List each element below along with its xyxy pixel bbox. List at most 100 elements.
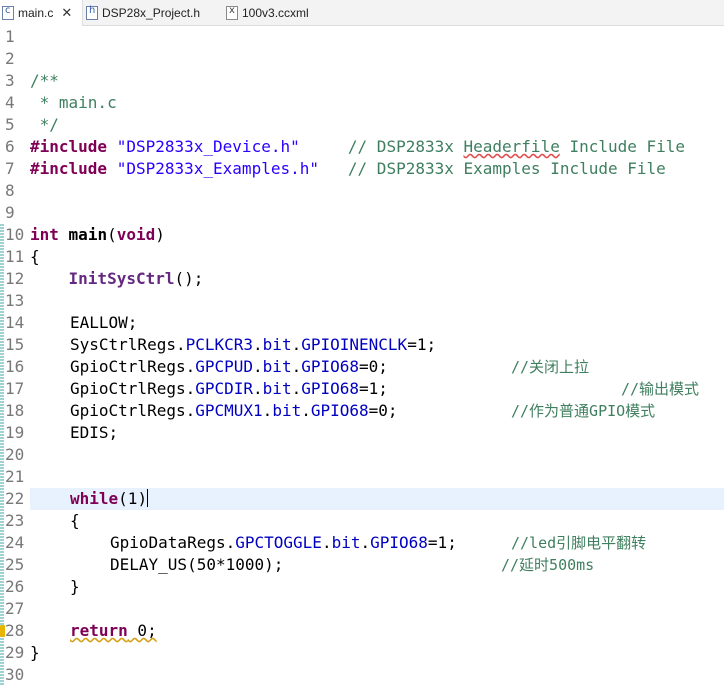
code-line: 30: [0, 664, 724, 686]
tab-main-c[interactable]: main.c ✕: [0, 0, 83, 26]
code-line: 23 {: [0, 510, 724, 532]
code-line: 19 EDIS;: [0, 422, 724, 444]
field: PCLKCR3: [185, 335, 254, 354]
line-number: 28: [5, 621, 25, 640]
code-line: 28 return 0;: [0, 620, 724, 642]
tab-label: main.c: [18, 6, 54, 20]
code-text: {: [30, 247, 40, 266]
comment: //关闭上拉: [511, 358, 590, 376]
string-literal: "DSP2833x_Device.h": [116, 137, 300, 156]
line-number: 8: [5, 181, 15, 200]
code-line: 27: [0, 598, 724, 620]
line-number: 12: [5, 269, 25, 288]
paren: ): [155, 225, 165, 244]
code-part: .: [253, 379, 263, 398]
code-part: SysCtrlRegs.: [70, 335, 186, 354]
code-part: =1;: [359, 379, 388, 398]
preprocessor-directive: #include: [30, 137, 108, 156]
code-part: GpioCtrlRegs.: [70, 379, 196, 398]
line-number: 23: [5, 511, 25, 530]
field: GPCTOGGLE: [235, 533, 322, 552]
line-number: 21: [5, 467, 25, 486]
code-part: =0;: [368, 401, 398, 420]
line-number: 15: [5, 335, 25, 354]
code-text: InitSysCtrl();: [30, 268, 204, 290]
code-line: 29}: [0, 642, 724, 664]
field: bit: [331, 533, 361, 552]
code-text: while(1): [70, 488, 149, 510]
line-number: 18: [5, 401, 25, 420]
line-number: 22: [5, 489, 25, 508]
code-line: 6 #include "DSP2833x_Device.h" // DSP2833…: [0, 136, 724, 158]
field: GPIO68: [370, 533, 428, 552]
code-part: .: [291, 357, 302, 376]
spelling-squiggle-word: Headerfile: [463, 137, 560, 156]
h-file-icon: [86, 5, 98, 20]
code-text: #include "DSP2833x_Device.h" // DSP2833x…: [30, 136, 685, 158]
code-line: 13: [0, 290, 724, 312]
line-number: 10: [5, 225, 25, 244]
code-part: .: [253, 335, 263, 354]
code-line: 21: [0, 466, 724, 488]
comment: // DSP2833x Examples Include File: [347, 159, 666, 178]
close-icon[interactable]: ✕: [61, 5, 72, 21]
comment: //led引脚电平翻转: [511, 534, 647, 552]
line-number: 4: [5, 93, 15, 112]
keyword: int: [30, 225, 59, 244]
c-file-icon: [2, 5, 14, 20]
code-text: GpioDataRegs.GPCTOGGLE.bit.GPIO68=1;: [110, 532, 457, 554]
code-text: EALLOW;: [70, 313, 138, 332]
code-line: 18 GpioCtrlRegs.GPCMUX1.bit.GPIO68=0;//作为…: [0, 400, 724, 422]
code-part: 0;: [127, 621, 157, 640]
field: GPCPUD: [195, 357, 254, 376]
code-part: .: [262, 401, 273, 420]
line-number: 14: [5, 313, 25, 332]
code-part: =1;: [427, 533, 457, 552]
code-part: .: [321, 533, 332, 552]
field: bit: [272, 401, 302, 420]
function-call: InitSysCtrl: [68, 269, 175, 288]
comment-part: Include File: [559, 137, 686, 156]
code-text: }: [30, 643, 40, 662]
code-text: EDIS;: [70, 423, 119, 442]
field: GPIO68: [310, 401, 369, 420]
keyword: void: [116, 225, 156, 244]
tab-100v3-ccxml[interactable]: 100v3.ccxml: [226, 0, 309, 25]
line-number: 1: [5, 27, 15, 46]
code-line: 9: [0, 202, 724, 224]
code-line: 24 GpioDataRegs.GPCTOGGLE.bit.GPIO68=1;//…: [0, 532, 724, 554]
line-number: 7: [5, 159, 15, 178]
line-number: 3: [5, 71, 15, 90]
field: GPCMUX1: [195, 401, 263, 420]
code-text: GpioCtrlRegs.GPCMUX1.bit.GPIO68=0;: [70, 400, 398, 422]
code-line: 20: [0, 444, 724, 466]
code-part: GpioCtrlRegs.: [70, 401, 196, 420]
code-text: int main(void): [30, 224, 165, 246]
tab-dsp28x-project-h[interactable]: DSP28x_Project.h: [86, 0, 200, 25]
code-line: 1: [0, 26, 724, 48]
code-part: =1;: [407, 335, 437, 354]
field: GPIO68: [301, 379, 360, 398]
field: GPCDIR: [195, 379, 254, 398]
line-number: 17: [5, 379, 25, 398]
code-editor[interactable]: 1 2 3 /** 4 * main.c 5 */ 6 #include "DSP2…: [0, 26, 724, 687]
code-line: 14 EALLOW;: [0, 312, 724, 334]
xml-file-icon: [226, 5, 238, 20]
code-line: 25 DELAY_US(50*1000); //延时500ms: [0, 554, 724, 576]
code-line: 17 GpioCtrlRegs.GPCDIR.bit.GPIO68=1;//输出模…: [0, 378, 724, 400]
code-part: =0;: [359, 357, 388, 376]
code-line: 11 {: [0, 246, 724, 268]
function-name: main: [68, 225, 108, 244]
code-line: 16 GpioCtrlRegs.GPCPUD.bit.GPIO68=0;//关闭上…: [0, 356, 724, 378]
line-number: 25: [5, 555, 25, 574]
field: bit: [262, 335, 292, 354]
code-part: GpioDataRegs.: [110, 533, 236, 552]
field: bit: [262, 379, 292, 398]
line-number: 16: [5, 357, 25, 376]
code-part: ();: [174, 269, 204, 288]
preprocessor-directive: #include: [30, 159, 108, 178]
code-line: 8: [0, 180, 724, 202]
line-number: 2: [5, 49, 15, 68]
code-line: 22 while(1): [0, 488, 724, 510]
code-text: * main.c: [30, 93, 117, 112]
